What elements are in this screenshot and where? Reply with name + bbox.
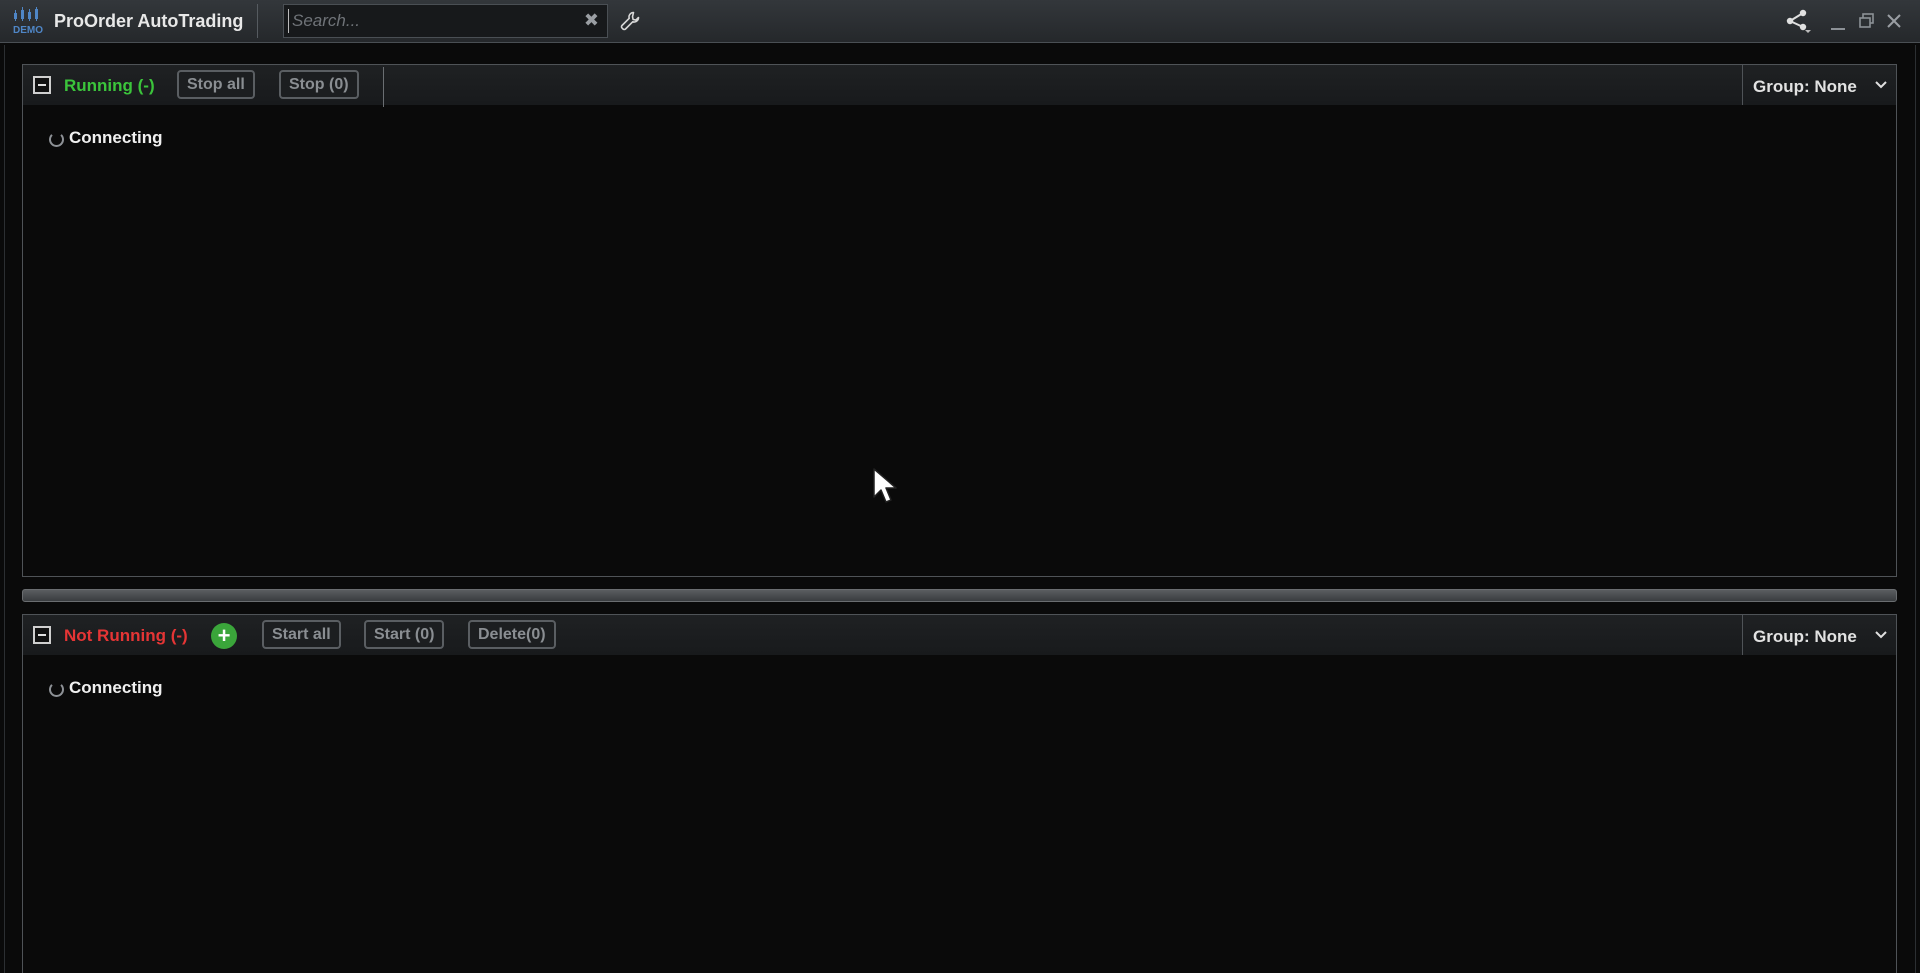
not-running-title: Not Running (-) [64,626,188,645]
search-box: ✖ [283,4,608,38]
spinner-icon [49,682,64,697]
spinner-icon [49,132,64,147]
running-title: Running (-) [64,76,155,95]
wrench-icon[interactable] [618,9,642,33]
close-icon[interactable] [1885,12,1903,30]
chevron-down-icon [1875,631,1887,639]
add-strategy-button[interactable]: + [211,623,237,649]
title-bar: DEMO ProOrder AutoTrading ✖ [0,0,1920,43]
running-panel: Running (-) Stop all Stop (0) Group: Non… [22,64,1897,577]
not-running-group-selector[interactable]: Group: None [1742,615,1896,655]
connecting-text: Connecting [69,678,163,697]
connecting-text: Connecting [69,128,163,147]
not-running-panel-header: Not Running (-) + Start all Start (0) De… [23,615,1896,655]
mouse-cursor-icon [873,468,897,503]
start-selected-button[interactable]: Start (0) [364,620,445,649]
header-divider [383,67,384,107]
restore-icon[interactable] [1858,12,1876,30]
group-label: Group: None [1753,627,1857,646]
app-title: ProOrder AutoTrading [54,11,244,31]
demo-logo-icon: DEMO [13,7,43,35]
demo-logo-text: DEMO [13,25,43,35]
close-x-icon[interactable]: ✖ [584,10,599,31]
chevron-down-icon [1875,81,1887,89]
running-group-selector[interactable]: Group: None [1742,65,1896,105]
running-panel-header: Running (-) Stop all Stop (0) Group: Non… [23,65,1896,107]
stop-all-button[interactable]: Stop all [177,70,255,99]
start-all-button[interactable]: Start all [262,620,341,649]
not-running-panel: Not Running (-) + Start all Start (0) De… [22,614,1897,973]
title-divider [257,4,258,38]
panel-splitter[interactable] [22,589,1897,602]
group-label: Group: None [1753,77,1857,96]
search-input[interactable] [288,9,572,33]
share-icon[interactable] [1784,8,1812,34]
running-collapse-button[interactable] [33,76,51,94]
not-running-collapse-button[interactable] [33,626,51,644]
minimize-icon[interactable] [1830,16,1846,32]
delete-selected-button[interactable]: Delete(0) [468,620,556,649]
stop-selected-button[interactable]: Stop (0) [279,70,359,99]
